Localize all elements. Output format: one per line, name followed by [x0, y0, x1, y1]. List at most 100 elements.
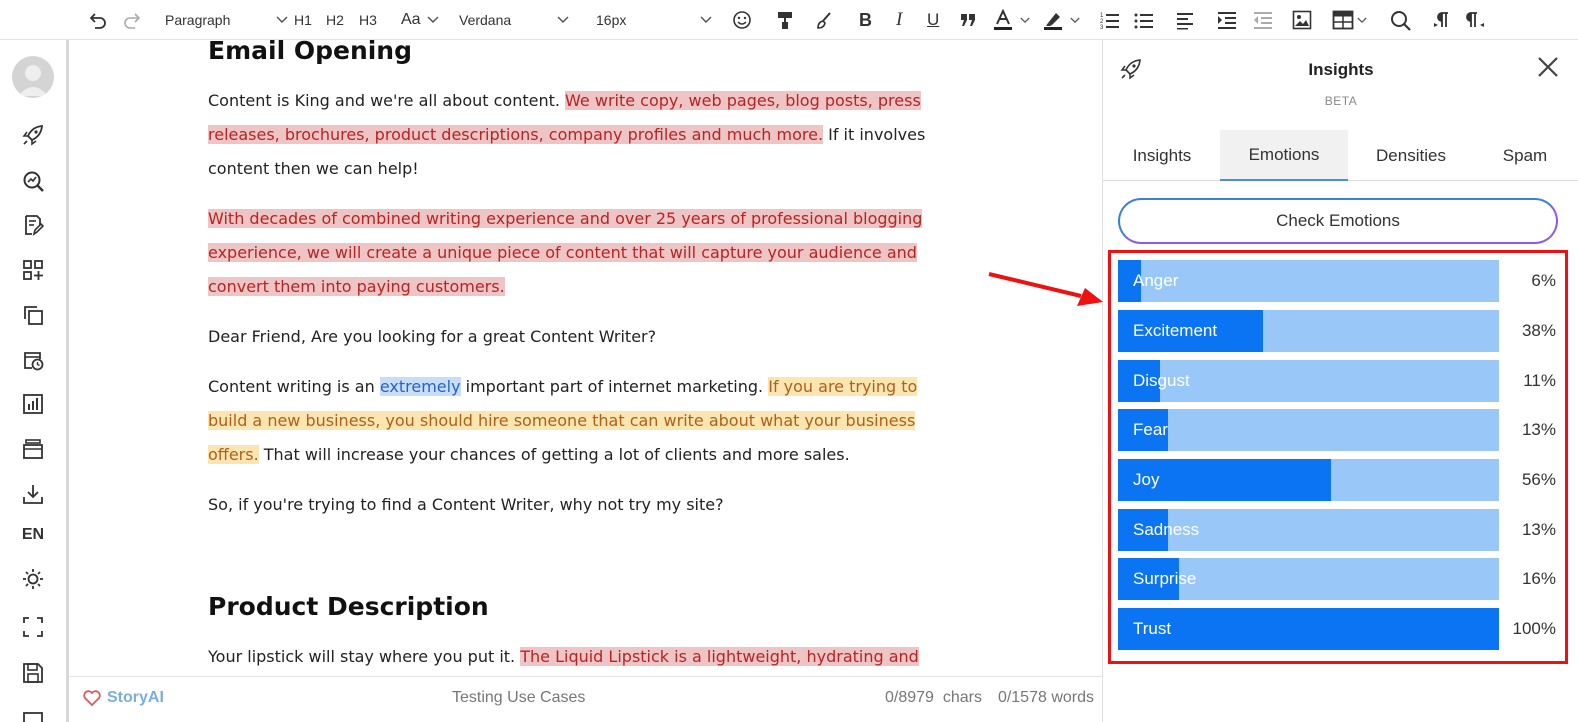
tab-emotions[interactable]: Emotions	[1220, 130, 1348, 181]
emotion-row-surprise: Surprise 16%	[1118, 558, 1556, 600]
text-case-select[interactable]: Aa	[401, 8, 439, 32]
align-left-icon[interactable]	[1176, 8, 1196, 32]
font-size-select[interactable]: 16px	[596, 8, 712, 32]
tab-densities[interactable]: Densities	[1359, 130, 1463, 181]
heading-email-opening: Email Opening	[208, 40, 413, 65]
table-icon[interactable]	[1332, 8, 1367, 32]
emotion-bar-track	[1118, 608, 1499, 650]
editor-area[interactable]: Email Opening Content is King and we're …	[69, 40, 1102, 676]
annotation-arrow-icon	[988, 272, 1103, 306]
emotion-label: Surprise	[1133, 569, 1197, 588]
panel-title: Insights	[1308, 60, 1374, 79]
block-format-select[interactable]: Paragraph	[165, 8, 288, 32]
rtl-icon[interactable]	[1466, 8, 1486, 32]
avatar[interactable]	[12, 56, 54, 98]
emotion-row-joy: Joy 56%	[1118, 459, 1556, 501]
text-span: Dear Friend, Are you looking for a great…	[208, 327, 657, 346]
paragraph: Content is King and we're all about cont…	[208, 84, 938, 186]
tab-label: Densities	[1376, 145, 1446, 165]
schedule-icon[interactable]	[20, 347, 46, 373]
tab-spam[interactable]: Spam	[1483, 130, 1567, 181]
h2-button[interactable]: H2	[326, 8, 344, 32]
image-icon[interactable]	[1292, 8, 1312, 32]
emotion-label: Excitement	[1133, 321, 1218, 340]
brand-link[interactable]: StoryAI	[83, 689, 164, 707]
bold-icon[interactable]: B	[859, 8, 872, 32]
apps-icon[interactable]	[20, 257, 46, 283]
text-span: Content writing is an	[208, 377, 380, 396]
paragraph: Dear Friend, Are you looking for a great…	[208, 320, 938, 354]
ltr-icon[interactable]	[1432, 8, 1450, 32]
emotion-percent: 11%	[1523, 371, 1556, 390]
rocket-icon[interactable]	[20, 122, 46, 148]
emotion-percent: 13%	[1521, 420, 1556, 439]
h1-button[interactable]: H1	[294, 8, 312, 32]
char-count: 0/8979 chars	[884, 689, 982, 706]
emotion-percent: 6%	[1531, 271, 1556, 290]
check-emotions-button[interactable]: Check Emotions	[1118, 198, 1558, 244]
fullscreen-icon[interactable]	[20, 614, 46, 640]
tab-label: Emotions	[1248, 144, 1320, 164]
save-icon[interactable]	[20, 660, 46, 686]
font-family-value: Verdana	[459, 12, 512, 28]
highlighted-text[interactable]: The Liquid Lipstick is a lightweight, hy…	[520, 647, 919, 666]
language-toggle[interactable]: EN	[14, 526, 52, 544]
bullet-list-icon[interactable]	[1134, 8, 1154, 32]
chevron-down-icon	[1357, 17, 1367, 23]
brightness-icon[interactable]	[20, 566, 46, 592]
brand-name: StoryAI	[107, 689, 164, 706]
emoji-icon[interactable]	[732, 8, 752, 32]
format-painter-icon[interactable]	[775, 8, 795, 32]
insights-panel: Insights BETA Insights Emotions Densitie…	[1102, 40, 1578, 722]
close-icon[interactable]	[1535, 54, 1561, 80]
ordered-list-icon[interactable]: 123	[1100, 8, 1120, 32]
h1-label: H1	[294, 12, 312, 28]
heading-product-description: Product Description	[208, 592, 489, 621]
chevron-down-icon	[700, 16, 712, 24]
heart-icon	[83, 690, 101, 706]
text-span: Your lipstick will stay where you put it…	[208, 647, 521, 666]
emotion-bar-fill	[1118, 608, 1499, 650]
clear-format-icon[interactable]	[815, 8, 835, 32]
font-color-icon[interactable]	[992, 8, 1030, 32]
emotion-row-trust: Trust 100%	[1118, 608, 1556, 650]
highlighted-text[interactable]: With decades of combined writing experie…	[208, 209, 923, 296]
tab-label: Spam	[1502, 145, 1548, 165]
emotion-percent: 16%	[1521, 569, 1556, 588]
paragraph: So, if you're trying to find a Content W…	[208, 488, 938, 522]
editor-toolbar: Paragraph H1 H2 H3 Aa Verdana 16px B I U…	[0, 0, 1578, 40]
edit-doc-icon[interactable]	[20, 212, 46, 238]
quote-icon[interactable]	[959, 8, 977, 32]
panel-tabs: Insights Emotions Densities Spam	[1103, 130, 1578, 181]
highlight-icon[interactable]	[1042, 8, 1080, 32]
italic-icon[interactable]: I	[896, 8, 902, 32]
paragraph: With decades of combined writing experie…	[208, 202, 938, 304]
highlighted-word[interactable]: extremely	[379, 377, 461, 396]
indent-icon[interactable]	[1217, 8, 1237, 32]
text-case-label: Aa	[401, 11, 421, 28]
undo-icon[interactable]	[86, 8, 108, 32]
h3-button[interactable]: H3	[359, 8, 377, 32]
word-counts: 0/8979 chars 0/1578 words	[885, 689, 1094, 707]
document-name[interactable]: Testing Use Cases	[452, 689, 585, 707]
word-count: 0/1578 words	[997, 689, 1094, 706]
search-icon[interactable]	[1390, 8, 1411, 32]
copy-icon[interactable]	[20, 302, 46, 328]
seo-search-icon[interactable]	[20, 168, 46, 194]
chart-icon[interactable]	[20, 391, 46, 417]
emotion-bar-track	[1118, 459, 1499, 501]
text-span: That will increase your chances of getti…	[258, 445, 850, 464]
tab-insights[interactable]: Insights	[1113, 130, 1211, 181]
archive-icon[interactable]	[20, 436, 46, 462]
emotion-label: Disgust	[1133, 371, 1190, 390]
download-icon[interactable]	[20, 481, 46, 507]
more-icon[interactable]	[20, 708, 46, 722]
underline-icon[interactable]: U	[927, 8, 939, 32]
outdent-icon[interactable]	[1253, 8, 1273, 32]
h2-label: H2	[326, 12, 344, 28]
chevron-down-icon	[276, 16, 288, 24]
document-content[interactable]: Email Opening Content is King and we're …	[208, 40, 938, 676]
font-family-select[interactable]: Verdana	[459, 8, 569, 32]
redo-icon[interactable]	[122, 8, 144, 32]
emotion-percent: 38%	[1521, 321, 1556, 340]
